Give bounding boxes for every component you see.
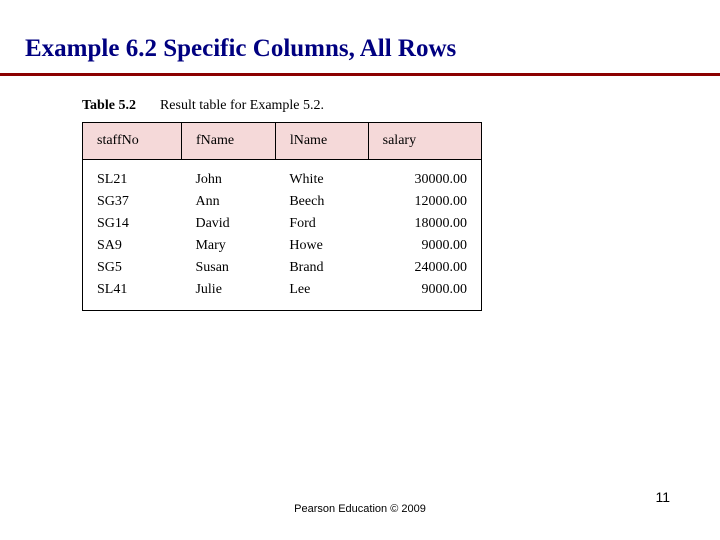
table-container: Table 5.2 Result table for Example 5.2. … [82, 96, 482, 311]
cell-fname: Mary [181, 235, 275, 257]
cell-staffno: SG14 [83, 213, 182, 235]
cell-staffno: SL41 [83, 279, 182, 311]
cell-salary: 30000.00 [368, 160, 481, 192]
cell-fname: Susan [181, 257, 275, 279]
cell-lname: Ford [275, 213, 368, 235]
cell-fname: Julie [181, 279, 275, 311]
cell-staffno: SG37 [83, 191, 182, 213]
header-salary: salary [368, 123, 481, 160]
cell-lname: Howe [275, 235, 368, 257]
cell-lname: Lee [275, 279, 368, 311]
table-row: SG5 Susan Brand 24000.00 [83, 257, 482, 279]
table-row: SL21 John White 30000.00 [83, 160, 482, 192]
table-row: SL41 Julie Lee 9000.00 [83, 279, 482, 311]
cell-lname: Brand [275, 257, 368, 279]
result-table: staffNo fName lName salary SL21 John Whi… [82, 122, 482, 311]
slide-title: Example 6.2 Specific Columns, All Rows [0, 0, 720, 76]
table-row: SG14 David Ford 18000.00 [83, 213, 482, 235]
footer-text: Pearson Education © 2009 [294, 503, 426, 515]
cell-fname: John [181, 160, 275, 192]
table-row: SA9 Mary Howe 9000.00 [83, 235, 482, 257]
cell-salary: 18000.00 [368, 213, 481, 235]
cell-salary: 24000.00 [368, 257, 481, 279]
cell-staffno: SA9 [83, 235, 182, 257]
table-row: SG37 Ann Beech 12000.00 [83, 191, 482, 213]
header-staffno: staffNo [83, 123, 182, 160]
cell-staffno: SL21 [83, 160, 182, 192]
cell-salary: 9000.00 [368, 235, 481, 257]
cell-salary: 12000.00 [368, 191, 481, 213]
cell-fname: David [181, 213, 275, 235]
cell-fname: Ann [181, 191, 275, 213]
cell-salary: 9000.00 [368, 279, 481, 311]
cell-lname: Beech [275, 191, 368, 213]
table-caption: Table 5.2 Result table for Example 5.2. [82, 96, 482, 114]
header-fname: fName [181, 123, 275, 160]
page-number: 11 [655, 489, 670, 505]
cell-lname: White [275, 160, 368, 192]
table-caption-desc: Result table for Example 5.2. [160, 98, 324, 113]
table-caption-label: Table 5.2 [82, 98, 136, 113]
header-lname: lName [275, 123, 368, 160]
cell-staffno: SG5 [83, 257, 182, 279]
